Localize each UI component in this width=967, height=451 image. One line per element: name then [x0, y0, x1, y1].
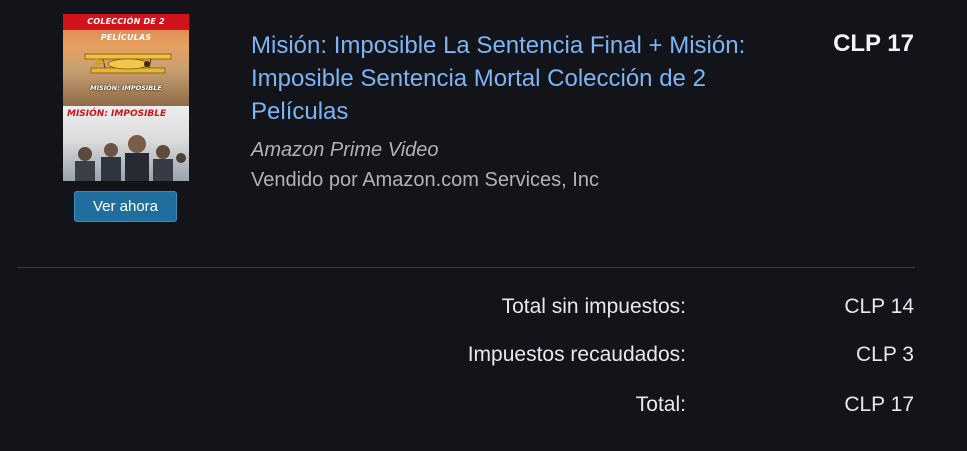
summary-row-taxes: Impuestos recaudados: CLP 3: [0, 343, 967, 373]
summary-label: Impuestos recaudados:: [467, 343, 686, 366]
product-cover-image[interactable]: COLECCIÓN DE 2 PELÍCULAS MISIÓN: IMPOSIB…: [63, 14, 189, 181]
summary-row-total: Total: CLP 17: [0, 393, 967, 423]
item-price: CLP 17: [833, 30, 914, 57]
summary-label: Total:: [635, 393, 686, 416]
summary-value: CLP 17: [844, 393, 914, 416]
seller-label: Vendido por Amazon.com Services, Inc: [251, 169, 599, 191]
product-title-link[interactable]: Misión: Imposible La Sentencia Final + M…: [251, 29, 771, 128]
cover-title-top: MISIÓN: IMPOSIBLE: [90, 84, 162, 92]
watch-now-button[interactable]: Ver ahora: [74, 191, 177, 222]
summary-label: Total sin impuestos:: [501, 295, 686, 318]
cast-silhouettes-icon: [75, 135, 186, 181]
summary-value: CLP 14: [844, 295, 914, 318]
cover-banner-text: COLECCIÓN DE 2 PELÍCULAS: [63, 14, 189, 42]
biplane-icon: [84, 53, 172, 74]
cover-title-bottom: MISIÓN: IMPOSIBLE: [67, 109, 167, 119]
summary-row-subtotal: Total sin impuestos: CLP 14: [0, 295, 967, 325]
order-item-page: COLECCIÓN DE 2 PELÍCULAS MISIÓN: IMPOSIB…: [0, 0, 967, 451]
section-divider: [17, 267, 915, 268]
summary-value: CLP 3: [856, 343, 914, 366]
publisher-label: Amazon Prime Video: [251, 139, 439, 161]
